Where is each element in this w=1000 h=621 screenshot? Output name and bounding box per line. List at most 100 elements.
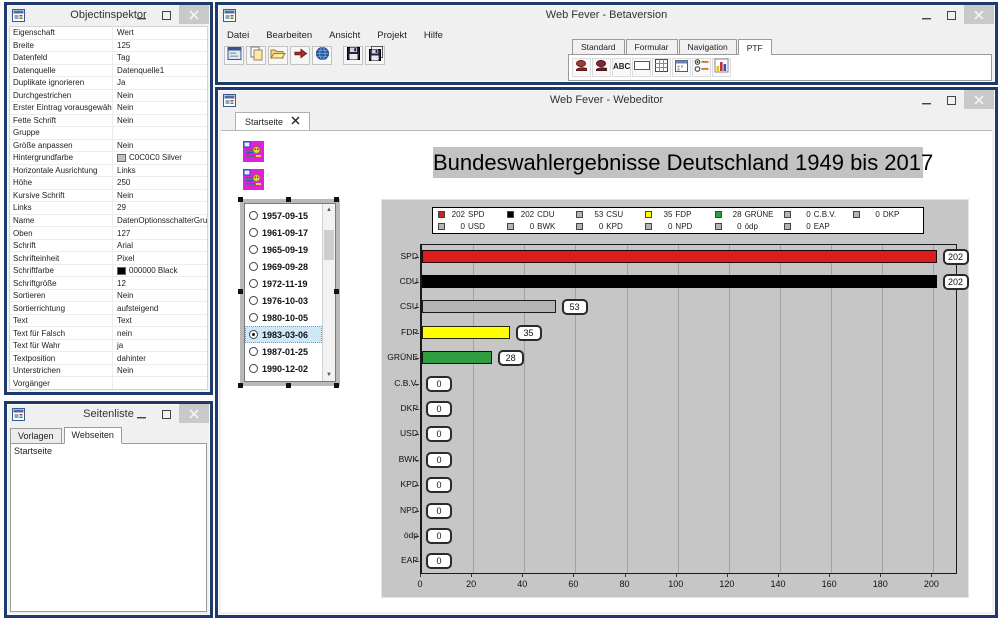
stamp-red-button[interactable] [572, 58, 591, 77]
main-titlebar[interactable]: Web Fever - Betaversion [218, 5, 995, 26]
property-row[interactable]: Höhe250 [10, 177, 207, 190]
page-list-item[interactable]: Startseite [14, 446, 203, 456]
minimize-button[interactable] [914, 5, 939, 24]
palette-tab-standard[interactable]: Standard [572, 39, 625, 54]
radio-option[interactable]: 1969-09-28 [245, 258, 322, 275]
election-chart[interactable]: 202SPD202CDU53CSU35FDP28GRÜNE0C.B.V.0DKP… [381, 199, 969, 598]
maximize-button[interactable] [154, 404, 179, 423]
selection-handle[interactable] [334, 289, 339, 294]
property-row[interactable]: Text für Falschnein [10, 327, 207, 340]
date-selector-component[interactable]: 1957-09-151961-09-171965-09-191969-09-28… [240, 199, 340, 386]
stamp-dark-button[interactable] [592, 58, 611, 77]
property-row[interactable]: Schriftfarbe000000 Black [10, 265, 207, 278]
close-button[interactable] [964, 90, 994, 109]
globe-button[interactable] [312, 46, 332, 65]
scroll-up-icon[interactable]: ▲ [323, 204, 335, 216]
scroll-down-icon[interactable]: ▼ [323, 369, 335, 381]
property-row[interactable]: Kursive SchriftNein [10, 190, 207, 203]
property-row[interactable]: Text für Wahrja [10, 340, 207, 353]
minimize-button[interactable] [914, 90, 939, 109]
save-button[interactable] [343, 46, 363, 65]
property-row[interactable]: Gruppe [10, 127, 207, 140]
minimize-button[interactable] [129, 5, 154, 24]
radio-option[interactable]: 1983-03-06 [245, 326, 322, 343]
chart-button[interactable] [712, 58, 731, 77]
menu-datei[interactable]: Datei [227, 30, 249, 41]
minimize-button[interactable] [129, 404, 154, 423]
property-row[interactable]: NameDatenOptionsschalterGruppe1 [10, 215, 207, 228]
close-button[interactable] [179, 5, 209, 24]
form-button[interactable] [224, 46, 244, 65]
selection-handle[interactable] [334, 197, 339, 202]
property-row[interactable]: SortierenNein [10, 290, 207, 303]
property-row[interactable]: HintergrundfarbeC0C0C0 Silver [10, 152, 207, 165]
property-row[interactable]: Schriftgröße12 [10, 277, 207, 290]
property-row[interactable]: Breite125 [10, 40, 207, 53]
property-row[interactable]: TextText [10, 315, 207, 328]
palette-tab-ptf[interactable]: PTF [738, 39, 772, 55]
radio-option[interactable]: 1972-11-19 [245, 275, 322, 292]
maximize-button[interactable] [939, 5, 964, 24]
editor-canvas[interactable]: Bundeswahlergebnisse Deutschland 1949 bi… [221, 131, 992, 612]
selection-handle[interactable] [238, 289, 243, 294]
property-row[interactable]: Fette SchriftNein [10, 115, 207, 128]
property-row[interactable]: Links29 [10, 202, 207, 215]
radio-list-button[interactable] [692, 58, 711, 77]
palette-tab-navigation[interactable]: Navigation [679, 39, 737, 54]
tab-startseite[interactable]: Startseite [235, 112, 310, 130]
property-row[interactable]: UnterstrichenNein [10, 365, 207, 378]
menu-ansicht[interactable]: Ansicht [329, 30, 360, 41]
menu-bearbeiten[interactable]: Bearbeiten [266, 30, 312, 41]
property-row[interactable]: Oben127 [10, 227, 207, 240]
menu-hilfe[interactable]: Hilfe [424, 30, 443, 41]
selection-handle[interactable] [286, 197, 291, 202]
save-all-button[interactable] [365, 46, 385, 65]
textbox-button[interactable] [632, 58, 651, 77]
datasource-icon[interactable] [243, 169, 264, 190]
radio-option[interactable]: 1976-10-03 [245, 292, 322, 309]
menu-projekt[interactable]: Projekt [377, 30, 407, 41]
radio-option[interactable]: 1980-10-05 [245, 309, 322, 326]
property-row[interactable]: SchriftArial [10, 240, 207, 253]
property-row[interactable]: Textpositiondahinter [10, 352, 207, 365]
datasource-icon[interactable] [243, 141, 264, 162]
property-row[interactable]: DatenquelleDatenquelle1 [10, 65, 207, 78]
property-row[interactable]: SchrifteinheitPixel [10, 252, 207, 265]
close-page-icon[interactable] [291, 116, 300, 127]
property-row[interactable]: DurchgestrichenNein [10, 90, 207, 103]
property-row[interactable]: DatenfeldTag [10, 52, 207, 65]
radio-option[interactable]: 1957-09-15 [245, 207, 322, 224]
close-button[interactable] [964, 5, 994, 24]
maximize-button[interactable] [939, 90, 964, 109]
selection-handle[interactable] [286, 383, 291, 388]
tab-webseiten[interactable]: Webseiten [64, 427, 122, 444]
scroll-thumb[interactable] [324, 230, 334, 260]
property-row[interactable]: Horizontale AusrichtungLinks [10, 165, 207, 178]
selection-handle[interactable] [238, 383, 243, 388]
grid-button[interactable] [652, 58, 671, 77]
seitenliste-titlebar[interactable]: Seitenliste [7, 404, 210, 425]
run-arrow-button[interactable] [290, 46, 310, 65]
palette-tab-formular[interactable]: Formular [626, 39, 678, 54]
radio-option[interactable]: 1965-09-19 [245, 241, 322, 258]
tab-vorlagen[interactable]: Vorlagen [10, 428, 62, 444]
property-row[interactable]: Duplikate ignorierenJa [10, 77, 207, 90]
copy-button[interactable] [246, 46, 266, 65]
abc-label-button[interactable]: ABC [612, 58, 631, 77]
page-list[interactable]: Startseite [10, 443, 207, 612]
selection-handle[interactable] [238, 197, 243, 202]
radio-option[interactable]: 1990-12-02 [245, 360, 322, 377]
close-button[interactable] [179, 404, 209, 423]
radio-option[interactable]: 1987-01-25 [245, 343, 322, 360]
open-folder-button[interactable] [268, 46, 288, 65]
calendar-button[interactable] [672, 58, 691, 77]
property-row[interactable]: Größe anpassenNein [10, 140, 207, 153]
page-heading[interactable]: Bundeswahlergebnisse Deutschland 1949 bi… [433, 147, 923, 178]
property-row[interactable]: Vorgänger [10, 377, 207, 389]
webeditor-titlebar[interactable]: Web Fever - Webeditor [218, 90, 995, 111]
property-row[interactable]: Sortierrichtungaufsteigend [10, 302, 207, 315]
selection-handle[interactable] [334, 383, 339, 388]
radio-option[interactable]: 1961-09-17 [245, 224, 322, 241]
property-row[interactable]: Erster Eintrag vorausgewähltNein [10, 102, 207, 115]
object-inspector-titlebar[interactable]: Objectinspektor [7, 5, 210, 26]
